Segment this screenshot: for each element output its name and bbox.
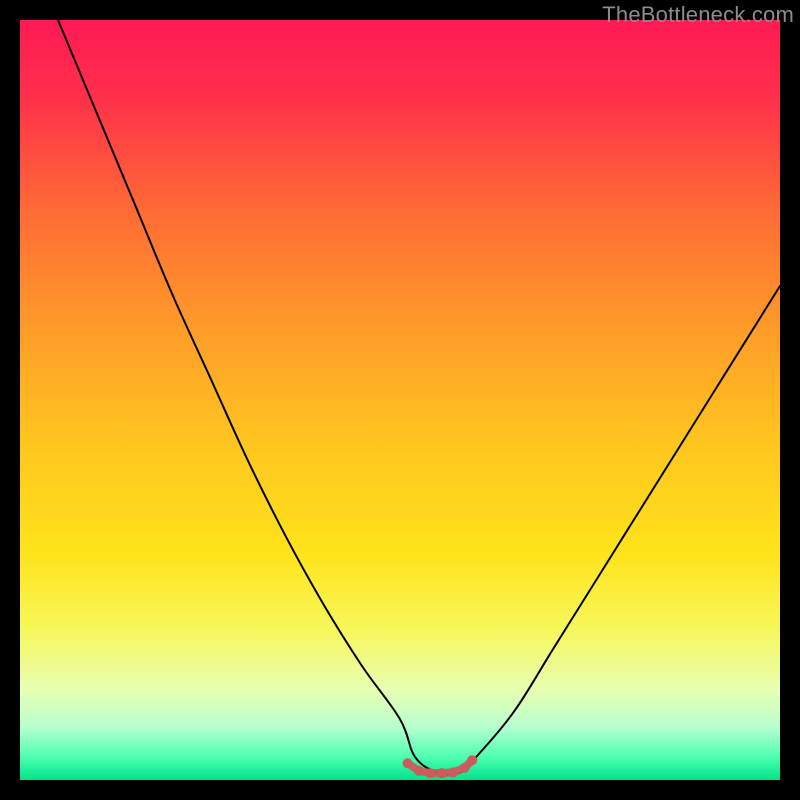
bottleneck-plot xyxy=(20,20,780,780)
gradient-background xyxy=(20,20,780,780)
marker-dot xyxy=(467,755,477,765)
marker-dot xyxy=(403,758,413,768)
marker-dot xyxy=(460,763,470,773)
watermark-label: TheBottleneck.com xyxy=(602,2,794,28)
marker-dot xyxy=(448,767,458,777)
marker-dot xyxy=(414,766,424,776)
marker-dot xyxy=(437,768,447,778)
chart-frame xyxy=(20,20,780,780)
marker-dot xyxy=(425,768,435,778)
